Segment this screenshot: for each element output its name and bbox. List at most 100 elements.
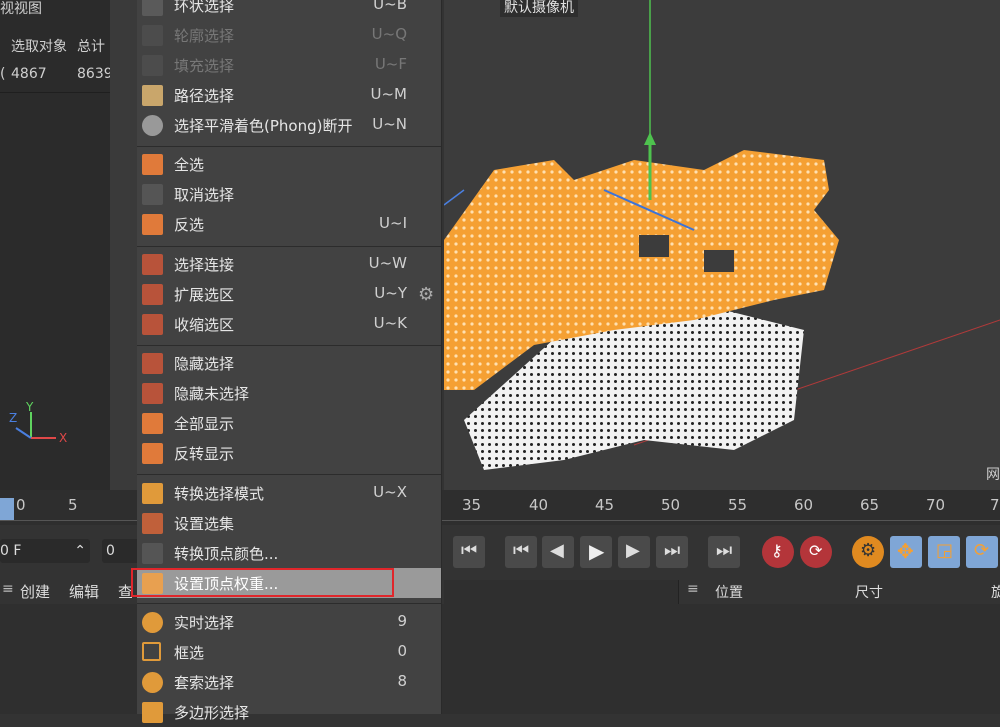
menu-separator — [137, 246, 441, 247]
go-end-button[interactable]: ⏭ — [708, 536, 740, 568]
menu-item-loop-select[interactable]: 环状选择 U~B — [137, 0, 441, 20]
move-tool-button[interactable]: ✥ — [890, 536, 922, 568]
shrink-select-icon — [142, 314, 163, 335]
live-select-icon — [142, 612, 163, 633]
menu-item-unhide-all[interactable]: 全部显示 — [137, 408, 441, 438]
total-count: 8639 — [77, 66, 113, 82]
rotation-label: 旋 — [991, 585, 1000, 601]
rotate-icon: ⟳ — [974, 540, 990, 561]
next-frame-icon: ▶ — [626, 540, 640, 561]
go-start-button[interactable]: ⏮ — [453, 536, 485, 568]
position-label: 位置 — [715, 585, 743, 601]
column-selected-objects: 选取对象 — [11, 39, 67, 55]
viewport-scene — [444, 0, 1000, 470]
menu-item-live-select[interactable]: 实时选择 9 — [137, 607, 441, 637]
rect-select-icon — [142, 642, 161, 661]
tick-label: 5 — [68, 496, 78, 514]
panel-stripe — [110, 0, 137, 490]
gear-icon[interactable]: ⚙ — [418, 284, 434, 305]
menu-item-shrink-select[interactable]: 收缩选区 U~K — [137, 309, 441, 339]
play-button[interactable]: ▶ — [580, 536, 612, 568]
gear-icon: ⚙ — [860, 540, 877, 561]
menu-separator — [137, 146, 441, 147]
axis-gizmo-icon: Y Z X — [9, 400, 67, 445]
menu-item-select-all[interactable]: 全选 — [137, 149, 441, 179]
panel-title: 视视图 — [0, 1, 42, 17]
next-frame-button[interactable]: ▶ — [618, 536, 650, 568]
hamburger-icon[interactable]: ≡ — [2, 581, 14, 597]
menu-create[interactable]: 创建 — [20, 581, 50, 602]
camera-label[interactable]: 默认摄像机 — [500, 0, 578, 17]
prev-frame-icon: ◀ — [550, 540, 564, 561]
menu-item-hide-selected[interactable]: 隐藏选择 — [137, 348, 441, 378]
keyframe-settings-button[interactable]: ⚙ — [852, 536, 884, 568]
lasso-select-icon — [142, 672, 163, 693]
menu-item-outline-select[interactable]: 轮廓选择 U~Q — [137, 20, 441, 50]
outline-select-icon — [142, 25, 163, 46]
convert-vertex-color-icon — [142, 543, 163, 564]
menu-item-deselect[interactable]: 取消选择 — [137, 179, 441, 209]
current-frame-value: 0 F — [0, 543, 22, 559]
scale-tool-button[interactable]: ◲ — [928, 536, 960, 568]
invert-visibility-icon — [142, 443, 163, 464]
scale-icon: ◲ — [936, 540, 954, 561]
menu-edit[interactable]: 编辑 — [69, 581, 99, 602]
next-key-button[interactable]: ⏭ — [656, 536, 688, 568]
min-frame-value: 0 — [106, 543, 115, 559]
selected-count: 4867 — [11, 66, 47, 82]
key-icon: ⚷ — [771, 541, 783, 560]
prev-key-button[interactable]: ⏮ — [505, 536, 537, 568]
record-button[interactable]: ⚷ — [762, 536, 794, 568]
autokey-button[interactable]: ⟳ — [800, 536, 832, 568]
move-icon: ✥ — [897, 539, 914, 563]
autokey-icon: ⟳ — [809, 541, 823, 560]
tick-label: 60 — [794, 496, 814, 514]
menu-item-rect-select[interactable]: 框选 0 — [137, 637, 441, 667]
tick-label: 50 — [661, 496, 681, 514]
3d-viewport[interactable]: 默认摄像机 网 — [444, 0, 1000, 490]
column-total: 总计 — [77, 39, 105, 55]
axis-z-label: Z — [9, 411, 17, 425]
menu-separator — [137, 345, 441, 346]
menu-separator — [137, 603, 441, 604]
loop-select-icon — [142, 0, 163, 16]
menu-item-lasso-select[interactable]: 套索选择 8 — [137, 667, 441, 697]
menu-item-convert-selection[interactable]: 转换选择模式 U~X — [137, 478, 441, 508]
rotate-tool-button[interactable]: ⟳ — [966, 536, 998, 568]
current-frame-field[interactable]: 0 F ⌃ — [0, 539, 90, 563]
hamburger-icon[interactable]: ≡ — [687, 581, 699, 597]
tick-label: 0 — [16, 496, 26, 514]
menu-item-polygon-select[interactable]: 多边形选择 — [137, 697, 441, 727]
menu-separator — [137, 474, 441, 475]
hide-unselected-icon — [142, 383, 163, 404]
menu-item-grow-select[interactable]: 扩展选区 U~Y — [137, 279, 441, 309]
polygon-select-icon — [142, 702, 163, 723]
convert-selection-icon — [142, 483, 163, 504]
tick-label: 45 — [595, 496, 615, 514]
menu-item-select-connected[interactable]: 选择连接 U~W — [137, 249, 441, 279]
size-label: 尺寸 — [855, 585, 883, 601]
unhide-all-icon — [142, 413, 163, 434]
menu-item-hide-unselected[interactable]: 隐藏未选择 — [137, 378, 441, 408]
menu-item-fill-select[interactable]: 填充选择 U~F — [137, 50, 441, 80]
highlight-annotation-box — [131, 568, 394, 597]
menu-item-invert-select[interactable]: 反选 U~I — [137, 209, 441, 239]
menu-item-set-selection[interactable]: 设置选集 — [137, 508, 441, 538]
hide-selected-icon — [142, 353, 163, 374]
axis-x-label: X — [59, 431, 67, 445]
timeline-playhead[interactable] — [0, 498, 14, 520]
select-connected-icon — [142, 254, 163, 275]
tick-label: 7 — [990, 496, 1000, 514]
menu-item-phong-break[interactable]: 选择平滑着色(Phong)断开 U~N — [137, 110, 441, 140]
menu-item-invert-visibility[interactable]: 反转显示 — [137, 438, 441, 468]
min-frame-field[interactable]: 0 — [102, 539, 140, 563]
tick-label: 40 — [529, 496, 549, 514]
play-icon: ▶ — [589, 539, 605, 563]
tick-label: 65 — [860, 496, 880, 514]
grow-select-icon — [142, 284, 163, 305]
next-key-icon: ⏭ — [664, 540, 681, 561]
menu-item-convert-vertex-color[interactable]: 转换顶点颜色... — [137, 538, 441, 568]
prev-frame-button[interactable]: ◀ — [542, 536, 574, 568]
menu-item-path-select[interactable]: 路径选择 U~M — [137, 80, 441, 110]
spinner-icon[interactable]: ⌃ — [74, 539, 86, 563]
